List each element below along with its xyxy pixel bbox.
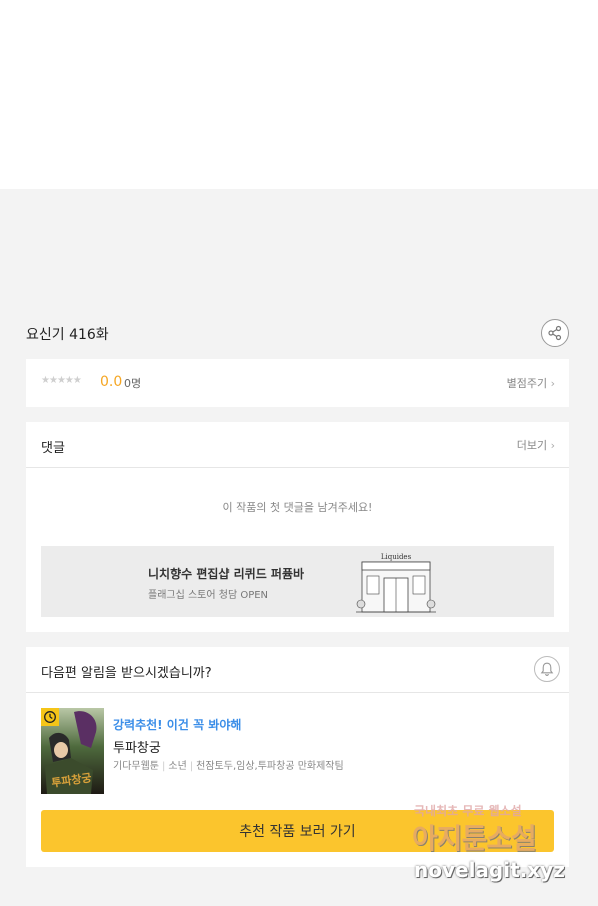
top-blank-area — [0, 0, 598, 189]
star-rating[interactable]: ★★★★★ — [41, 375, 82, 386]
bell-icon — [540, 662, 554, 676]
comment-card: 댓글 더보기 › 이 작품의 첫 댓글을 남겨주세요! 니치향수 편집샵 리퀴드… — [26, 422, 569, 632]
rate-link[interactable]: 별점주기 › — [507, 375, 555, 391]
star-icon: ★ — [41, 375, 50, 386]
divider — [26, 467, 569, 468]
meta-separator: | — [162, 761, 166, 772]
ad-banner[interactable]: 니치향수 편집샵 리퀴드 퍼퓸바 플래그십 스토어 청담 OPEN Liquid… — [41, 546, 554, 617]
rating-score: 0.0 — [100, 374, 123, 390]
comments-more-link[interactable]: 더보기 › — [517, 437, 555, 453]
chevron-right-icon: › — [550, 377, 555, 390]
share-icon — [548, 325, 562, 341]
storefront-sign: Liquides — [381, 553, 412, 561]
work-authors: 천잠토두,임상,투파창공 만화제작팀 — [196, 761, 344, 772]
work-title[interactable]: 투파창궁 — [113, 737, 161, 756]
work-meta: 기다무웹툰 | 소년 | 천잠토두,임상,투파창공 만화제작팀 — [113, 757, 344, 772]
banner-subtitle: 플래그십 스토어 청담 OPEN — [148, 590, 269, 601]
wait-free-badge — [41, 708, 59, 726]
chevron-right-icon: › — [550, 439, 555, 452]
star-icon: ★ — [56, 375, 66, 386]
work-genre: 소년 — [168, 761, 187, 772]
rating-count: 0명 — [124, 377, 142, 390]
rating-card: ★★★★★ 0.0 0명 별점주기 › — [26, 359, 569, 407]
share-button[interactable] — [541, 319, 569, 347]
star-icon: ★ — [72, 375, 82, 386]
star-icon: ★ — [48, 375, 58, 386]
work-category: 기다무웹툰 — [113, 761, 159, 772]
rate-link-label: 별점주기 — [506, 377, 548, 390]
storefront-illustration: Liquides — [356, 553, 436, 613]
episode-title: 요신기 416화 — [26, 327, 109, 343]
notification-question: 다음편 알림을 받으시겠습니까? — [41, 666, 212, 681]
notification-card: 다음편 알림을 받으시겠습니까? 투파창궁 강력추천! 이건 꼭 봐야해 투파창… — [26, 647, 569, 867]
star-icon: ★ — [64, 375, 74, 386]
notification-toggle-button[interactable] — [534, 656, 560, 682]
clock-icon — [44, 711, 56, 723]
comments-empty-message: 이 작품의 첫 댓글을 남겨주세요! — [222, 501, 373, 514]
work-thumbnail[interactable]: 투파창궁 — [41, 708, 104, 794]
view-recommendations-button[interactable]: 추천 작품 보러 가기 — [41, 810, 554, 852]
recommend-label: 강력추천! 이건 꼭 봐야해 — [113, 718, 242, 732]
comments-title: 댓글 — [41, 441, 65, 456]
comments-more-label: 더보기 — [516, 439, 548, 452]
banner-title: 니치향수 편집샵 리퀴드 퍼퓸바 — [148, 567, 305, 581]
divider — [26, 692, 569, 693]
meta-separator: | — [189, 761, 194, 772]
